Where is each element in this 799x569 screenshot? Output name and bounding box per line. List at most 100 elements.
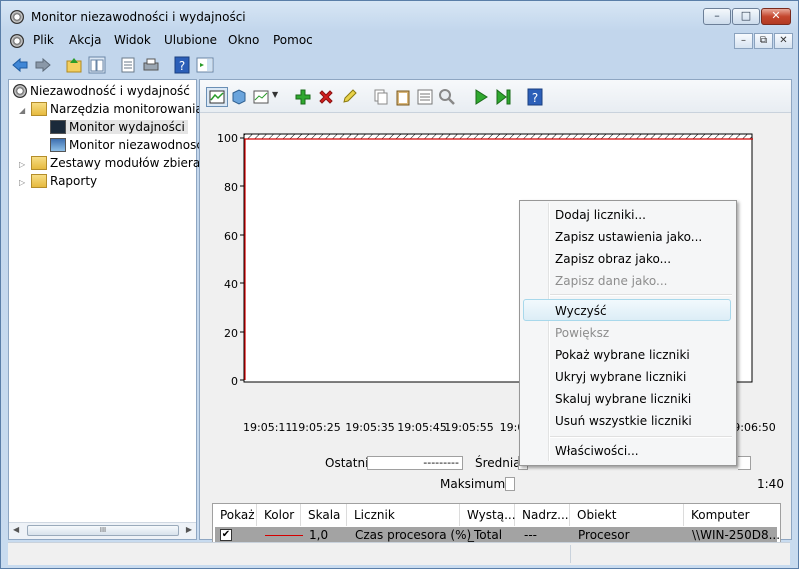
properties-icon[interactable] — [416, 88, 434, 106]
col-header-instance[interactable]: Wystą... — [460, 504, 516, 526]
menu-item-add-counters[interactable]: Dodaj liczniki... — [555, 208, 646, 222]
horizontal-scrollbar[interactable]: ◀ III ▶ — [9, 522, 196, 539]
expand-triangle-icon[interactable]: ▷ — [19, 160, 25, 169]
menu-akcja[interactable]: Akcja — [69, 33, 101, 47]
menu-widok[interactable]: Widok — [114, 33, 151, 47]
svg-text:?: ? — [532, 91, 538, 105]
back-arrow-icon[interactable] — [11, 56, 29, 74]
tree-item-reliability-monitor[interactable]: Monitor niezawodnosc — [50, 138, 203, 152]
col-header-parent[interactable]: Nadrz... — [515, 504, 570, 526]
collapse-triangle-icon[interactable]: ◢ — [19, 106, 25, 115]
up-folder-icon[interactable] — [65, 56, 83, 74]
update-data-icon[interactable] — [494, 88, 512, 106]
highlight-pencil-icon[interactable] — [340, 88, 358, 106]
performance-monitor-icon — [50, 120, 66, 134]
paste-counter-list-icon[interactable] — [394, 88, 412, 106]
x-tick-label: 19:05:25 — [291, 421, 341, 434]
collector-sets-folder-icon — [31, 156, 47, 170]
menu-pomoc[interactable]: Pomoc — [273, 33, 313, 47]
y-tick-label: 40 — [224, 278, 238, 291]
zoom-icon[interactable] — [438, 88, 456, 106]
add-counter-icon[interactable] — [294, 88, 312, 106]
forward-arrow-icon[interactable] — [34, 56, 52, 74]
mdi-restore-button[interactable]: ⧉ — [754, 33, 773, 49]
help-icon[interactable]: ? — [173, 56, 191, 74]
col-header-computer[interactable]: Komputer — [684, 504, 780, 526]
col-header-scale[interactable]: Skala — [301, 504, 347, 526]
show-hide-tree-icon[interactable] — [88, 56, 106, 74]
maximize-button[interactable]: □ — [732, 8, 760, 25]
properties-icon[interactable] — [119, 56, 137, 74]
reliability-monitor-icon — [50, 138, 66, 152]
title-bar[interactable]: Monitor niezawodności i wydajności – □ ✕ — [1, 1, 798, 31]
scroll-left-arrow-icon[interactable]: ◀ — [13, 525, 19, 534]
x-tick-label: 19:05:35 — [345, 421, 395, 434]
menu-item-remove-all[interactable]: Usuń wszystkie liczniki — [555, 414, 692, 428]
col-header-show[interactable]: Pokaż — [213, 504, 257, 526]
graph-type-dropdown-icon[interactable]: ▼ — [272, 90, 278, 99]
last-label: Ostatni — [325, 456, 369, 470]
y-tick-label: 60 — [224, 230, 238, 243]
menu-item-show-selected[interactable]: Pokaż wybrane liczniki — [555, 348, 690, 362]
menu-separator — [550, 294, 732, 296]
mdi-minimize-button[interactable]: – — [734, 33, 753, 49]
tree-item-reliability-monitor-label: Monitor niezawodnosc — [69, 138, 203, 152]
menu-okno[interactable]: Okno — [228, 33, 259, 47]
y-tick-label: 100 — [217, 132, 238, 145]
x-tick-label: 19:05:45 — [397, 421, 447, 434]
menu-gutter — [548, 203, 550, 461]
menu-item-save-settings[interactable]: Zapisz ustawienia jako... — [555, 230, 702, 244]
print-icon[interactable] — [142, 56, 160, 74]
x-tick-label: 19:05:55 — [444, 421, 494, 434]
maximum-label: Maksimum — [440, 477, 506, 491]
menu-ulubione[interactable]: Ulubione — [164, 33, 217, 47]
view-log-data-icon[interactable] — [230, 88, 248, 106]
tree-item-collector-sets-label: Zestawy modułów zbierają — [50, 156, 211, 170]
folder-icon — [31, 102, 47, 116]
col-header-object[interactable]: Obiekt — [570, 504, 684, 526]
average-label: Średnia — [475, 456, 521, 470]
menu-item-hide-selected[interactable]: Ukryj wybrane liczniki — [555, 370, 686, 384]
scroll-right-arrow-icon[interactable]: ▶ — [186, 525, 192, 534]
copy-properties-icon[interactable] — [372, 88, 390, 106]
action-pane-icon[interactable] — [196, 56, 214, 74]
tree-item-root[interactable]: Niezawodność i wydajność — [13, 84, 190, 98]
mdi-close-button[interactable]: ✕ — [774, 33, 793, 49]
minimize-button[interactable]: – — [703, 8, 731, 25]
change-graph-type-icon[interactable] — [252, 88, 270, 106]
main-window: Monitor niezawodności i wydajności – □ ✕… — [0, 0, 799, 569]
time-bar — [243, 133, 753, 140]
menu-item-scale-selected[interactable]: Skaluj wybrane liczniki — [555, 392, 691, 406]
svg-text:?: ? — [179, 59, 185, 73]
reliability-root-icon — [13, 84, 27, 98]
unfreeze-display-icon[interactable] — [472, 88, 490, 106]
context-menu: Dodaj liczniki... Zapisz ustawienia jako… — [519, 200, 737, 466]
chart-toolbar: ▼ ? — [200, 80, 791, 113]
tree-item-reports-label: Raporty — [50, 174, 98, 188]
app-icon[interactable] — [10, 10, 24, 24]
tree-item-collector-sets[interactable]: Zestawy modułów zbierają — [31, 156, 211, 170]
delete-counter-icon[interactable] — [317, 88, 335, 106]
menu-plik[interactable]: Plik — [33, 33, 54, 47]
col-header-color[interactable]: Kolor — [257, 504, 301, 526]
tree-item-monitoring-tools[interactable]: Narzędzia monitorowania — [31, 102, 203, 116]
x-tick-label: 19:05:11 — [243, 421, 293, 434]
system-menu-icon[interactable] — [10, 34, 24, 48]
main-toolbar: ? — [1, 52, 798, 78]
scrollbar-thumb[interactable]: III — [27, 525, 179, 536]
menu-item-clear[interactable]: Wyczyść — [555, 304, 607, 318]
help-icon[interactable]: ? — [526, 88, 544, 106]
menu-item-properties[interactable]: Właściwości... — [555, 444, 639, 458]
close-button[interactable]: ✕ — [761, 8, 791, 25]
show-checkbox[interactable]: ✔ — [220, 529, 232, 541]
tree-item-performance-monitor[interactable]: Monitor wydajności — [50, 120, 188, 134]
status-bar — [8, 542, 790, 565]
view-current-activity-icon[interactable] — [206, 87, 228, 107]
expand-triangle-icon[interactable]: ▷ — [19, 178, 25, 187]
tree-item-reports[interactable]: Raporty — [31, 174, 97, 188]
tree-item-performance-monitor-label: Monitor wydajności — [69, 120, 185, 134]
menu-item-save-image[interactable]: Zapisz obraz jako... — [555, 252, 671, 266]
col-header-counter[interactable]: Licznik — [347, 504, 460, 526]
last-value: --------- — [367, 456, 463, 470]
menu-separator — [550, 436, 732, 438]
